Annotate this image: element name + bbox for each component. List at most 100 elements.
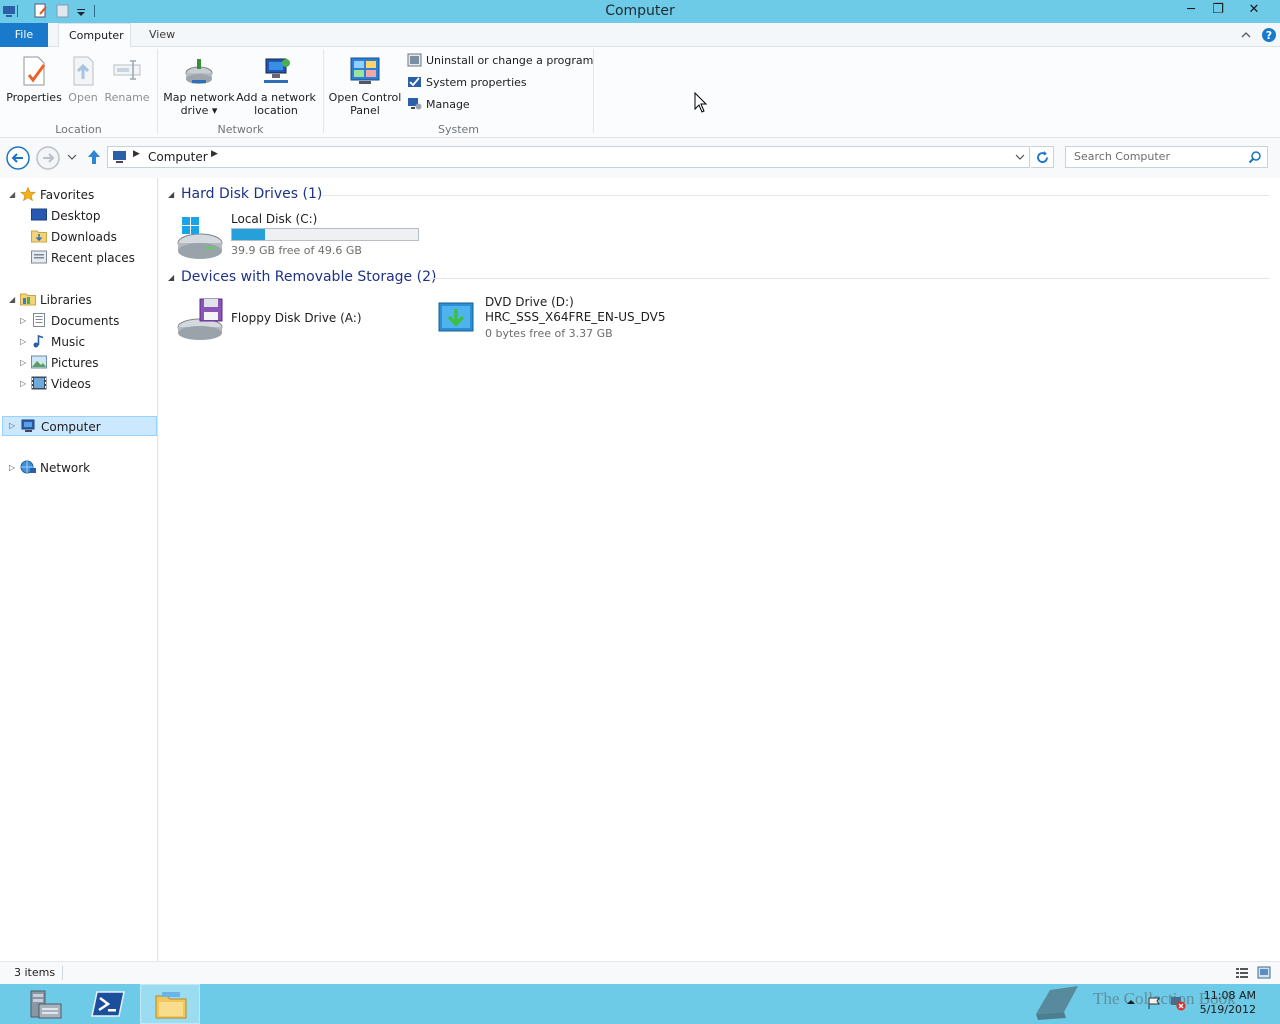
nav-recent-places[interactable]: Recent places: [31, 248, 135, 268]
search-box[interactable]: [1065, 146, 1268, 168]
search-icon[interactable]: [1248, 150, 1262, 164]
file-explorer-icon: [155, 992, 187, 1019]
breadcrumb-computer[interactable]: Computer: [148, 150, 208, 164]
large-icons-view-icon[interactable]: [1257, 966, 1271, 979]
uninstall-program-button[interactable]: Uninstall or change a program: [407, 53, 593, 71]
minimize-ribbon-icon[interactable]: [1240, 29, 1252, 41]
nav-network[interactable]: Network: [20, 458, 90, 478]
clock-date: 5/19/2012: [1199, 1003, 1256, 1016]
network-error-icon[interactable]: [1170, 995, 1186, 1011]
open-control-panel-label-1: Open Control: [328, 91, 402, 104]
rename-button[interactable]: Rename: [104, 55, 150, 104]
add-network-location-button[interactable]: Add a network location: [236, 55, 316, 117]
pictures-icon: [31, 355, 47, 369]
nav-pictures-label: Pictures: [51, 356, 99, 370]
restore-button[interactable]: ❐: [1205, 0, 1231, 22]
drive-name-floppy-a: Floppy Disk Drive (A:): [231, 311, 362, 325]
item-count: 3 items: [14, 966, 56, 979]
powershell-icon: [91, 991, 125, 1017]
group-heading-removable-storage[interactable]: Devices with Removable Storage (2): [181, 269, 436, 285]
system-properties-button[interactable]: System properties: [407, 75, 527, 93]
properties-button[interactable]: Properties: [6, 55, 62, 104]
show-hidden-icons-icon[interactable]: [1125, 996, 1137, 1008]
tab-view[interactable]: View: [139, 23, 185, 47]
refresh-icon: [1037, 151, 1048, 163]
computer-management-icon: [408, 98, 422, 110]
action-center-flag-icon[interactable]: [1146, 996, 1162, 1010]
dvd-drive-icon: [438, 302, 474, 332]
help-icon[interactable]: ?: [1261, 27, 1277, 43]
programs-icon: [407, 53, 422, 67]
close-button[interactable]: ✕: [1232, 0, 1276, 22]
tab-file[interactable]: File: [0, 23, 48, 47]
collapse-group-icon[interactable]: ◢: [168, 190, 174, 199]
computer-address-icon: [113, 151, 126, 163]
add-network-location-label-1: Add a network: [236, 91, 316, 104]
expand-arrow-icon[interactable]: ▷: [9, 463, 17, 473]
nav-libraries-label: Libraries: [40, 293, 92, 307]
open-button[interactable]: Open: [64, 55, 102, 104]
tab-computer[interactable]: Computer: [58, 23, 131, 48]
nav-music[interactable]: Music: [31, 332, 85, 352]
nav-documents-label: Documents: [51, 314, 120, 328]
drive-name-local-disk-c: Local Disk (C:): [231, 212, 318, 226]
address-history-dropdown-icon[interactable]: [1014, 152, 1026, 162]
expand-arrow-icon[interactable]: ▷: [20, 316, 28, 326]
breadcrumb-separator-icon[interactable]: ▶: [133, 149, 140, 159]
drive-usage-bar: [231, 228, 419, 241]
navigation-pane: ◢ Favorites Desktop Downloads Recent pla…: [0, 178, 158, 961]
expand-arrow-icon[interactable]: ▷: [20, 358, 28, 368]
title-bar: Computer ─ ❐ ✕: [0, 0, 1280, 23]
expand-arrow-icon[interactable]: ▷: [20, 379, 28, 389]
collapse-group-icon[interactable]: ◢: [168, 273, 174, 282]
open-control-panel-button[interactable]: Open Control Panel: [328, 55, 402, 117]
drive-free-space-d: 0 bytes free of 3.37 GB: [485, 327, 613, 340]
nav-documents[interactable]: Documents: [31, 311, 119, 331]
expand-arrow-icon[interactable]: ▷: [20, 337, 28, 347]
properties-icon: [23, 56, 46, 86]
manage-button[interactable]: Manage: [407, 97, 470, 115]
file-explorer-taskbar-button[interactable]: [140, 984, 200, 1024]
map-network-drive-button[interactable]: Map network drive ▾: [162, 55, 236, 117]
refresh-button[interactable]: [1031, 146, 1054, 168]
location-group-label: Location: [55, 123, 102, 136]
powershell-taskbar-button[interactable]: [78, 984, 138, 1024]
floppy-drive-icon: [177, 298, 223, 340]
videos-icon: [31, 376, 47, 390]
nav-computer-label: Computer: [41, 420, 101, 434]
system-clock[interactable]: 11:08 AM 5/19/2012: [1200, 989, 1256, 1017]
nav-downloads[interactable]: Downloads: [31, 227, 117, 247]
nav-pictures[interactable]: Pictures: [31, 353, 99, 373]
drive-free-space-c: 39.9 GB free of 49.6 GB: [231, 244, 362, 257]
open-label: Open: [68, 91, 98, 104]
mouse-cursor-icon: [694, 92, 708, 113]
collapse-arrow-icon[interactable]: ◢: [9, 190, 17, 200]
nav-network-label: Network: [40, 461, 91, 475]
minimize-button[interactable]: ─: [1178, 0, 1204, 22]
server-manager-taskbar-button[interactable]: [15, 984, 75, 1024]
nav-desktop[interactable]: Desktop: [31, 206, 101, 226]
details-view-icon[interactable]: [1235, 966, 1249, 979]
manage-label: Manage: [426, 98, 470, 111]
forward-button-icon[interactable]: [36, 146, 60, 170]
breadcrumb-separator-icon[interactable]: ▶: [211, 149, 218, 159]
search-input[interactable]: [1074, 150, 1244, 163]
address-bar[interactable]: ▶ Computer ▶: [107, 146, 1030, 168]
nav-computer[interactable]: Computer: [2, 416, 157, 436]
up-arrow-icon[interactable]: [86, 148, 102, 166]
libraries-icon: [20, 293, 36, 306]
expand-arrow-icon[interactable]: ▷: [9, 421, 17, 431]
drive-volume-label-dvd-d: HRC_SSS_X64FRE_EN-US_DV5: [485, 310, 666, 324]
downloads-folder-icon: [31, 230, 47, 243]
taskbar: The Collection Book 11:08 AM 5/19/2012: [0, 984, 1280, 1024]
recent-locations-dropdown-icon[interactable]: [66, 152, 78, 162]
nav-libraries[interactable]: Libraries: [20, 290, 92, 310]
computer-icon: [21, 419, 35, 432]
nav-favorites[interactable]: Favorites: [20, 185, 94, 205]
documents-icon: [33, 313, 45, 327]
drive-usage-fill: [232, 229, 266, 240]
back-button-icon[interactable]: [6, 146, 30, 170]
collapse-arrow-icon[interactable]: ◢: [9, 295, 17, 305]
group-heading-hard-disk-drives[interactable]: Hard Disk Drives (1): [181, 186, 322, 202]
nav-videos[interactable]: Videos: [31, 374, 91, 394]
